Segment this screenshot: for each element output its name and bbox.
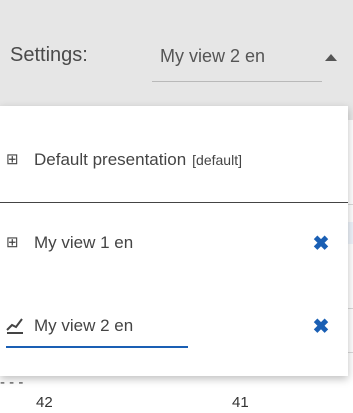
table-icon: ⊞ bbox=[6, 234, 19, 251]
table-cell: 41 bbox=[232, 394, 249, 411]
menu-item-label: My view 1 en bbox=[34, 233, 134, 252]
menu-item-label: My view 2 en bbox=[34, 316, 134, 335]
background-row-divider bbox=[348, 308, 353, 309]
background-cut-text: - - - bbox=[0, 374, 24, 391]
background-row-divider bbox=[348, 204, 353, 205]
close-icon[interactable]: ✖ bbox=[312, 317, 330, 337]
background-row-divider bbox=[348, 352, 353, 353]
settings-toolbar: Settings: My view 2 en bbox=[0, 0, 353, 120]
caret-up-icon[interactable] bbox=[325, 54, 337, 61]
menu-divider bbox=[0, 202, 348, 203]
active-item-underline bbox=[6, 346, 188, 348]
background-table-edge bbox=[348, 120, 353, 380]
background-table-row: 42 41 bbox=[0, 394, 353, 413]
background-row-highlight bbox=[348, 222, 353, 244]
selected-view-value: My view 2 en bbox=[160, 46, 266, 66]
table-icon: ⊞ bbox=[6, 151, 19, 168]
menu-item-label: Default presentation bbox=[34, 150, 187, 169]
view-select[interactable]: My view 2 en bbox=[152, 42, 337, 82]
chart-line-icon bbox=[6, 316, 24, 338]
default-tag: [default] bbox=[192, 152, 242, 168]
close-icon[interactable]: ✖ bbox=[312, 234, 330, 254]
settings-label: Settings: bbox=[10, 44, 88, 66]
table-cell: 42 bbox=[36, 394, 53, 411]
